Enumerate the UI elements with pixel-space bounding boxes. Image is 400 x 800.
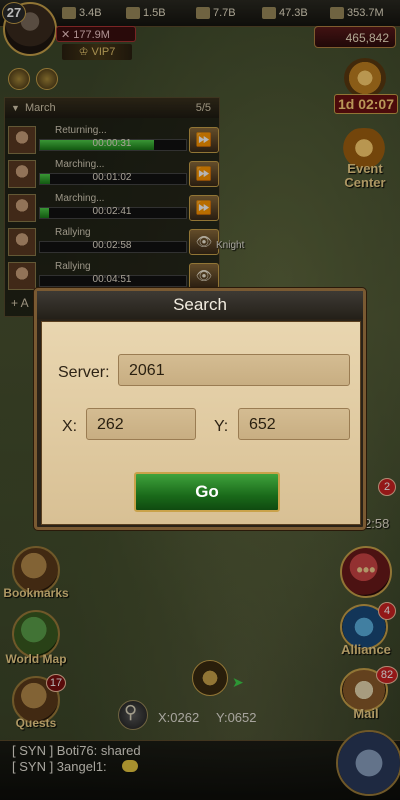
go-button[interactable]: Go (134, 472, 280, 512)
x-coordinate-input[interactable]: 262 (86, 408, 196, 440)
world-map-view[interactable]: 3.4B 1.5B 7.7B 47.3B 353.7M 27 ✕ 177.9M … (0, 0, 400, 800)
server-label: Server: (58, 364, 110, 381)
dialog-title: Search (37, 291, 363, 319)
search-dialog: Search Server: 2061 X: 262 Y: 652 Go (34, 288, 366, 530)
dialog-body: Server: 2061 X: 262 Y: 652 Go (41, 321, 361, 525)
x-label: X: (62, 418, 78, 435)
y-label: Y: (214, 418, 229, 435)
y-coordinate-input[interactable]: 652 (238, 408, 350, 440)
server-input[interactable]: 2061 (118, 354, 350, 386)
